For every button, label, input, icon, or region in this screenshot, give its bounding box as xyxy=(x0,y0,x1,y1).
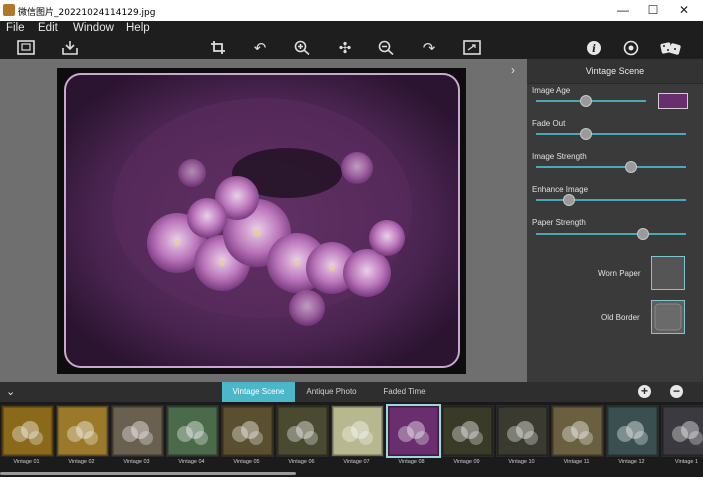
settings-icon[interactable] xyxy=(622,40,640,57)
preset-thumbnail[interactable] xyxy=(166,405,219,457)
image-strength-slider[interactable] xyxy=(536,166,686,168)
preset-label: Vintage 03 xyxy=(123,459,150,465)
photo-image xyxy=(64,73,460,368)
worn-paper-label: Worn Paper xyxy=(598,269,641,278)
minimize-button[interactable]: — xyxy=(607,0,639,21)
old-border-label: Old Border xyxy=(601,313,640,322)
collapse-panel-icon[interactable]: › xyxy=(511,63,515,77)
image-age-thumb[interactable] xyxy=(579,95,592,107)
menu-window[interactable]: Window xyxy=(73,22,114,34)
app-icon xyxy=(3,4,15,16)
preset-label: Vintage 02 xyxy=(68,459,95,465)
old-border-swatch[interactable] xyxy=(651,300,685,334)
info-icon[interactable]: i xyxy=(585,40,603,57)
tab-antique-photo[interactable]: Antique Photo xyxy=(295,382,368,402)
paper-strength-thumb[interactable] xyxy=(636,228,649,240)
fade-out-slider[interactable] xyxy=(536,133,686,135)
preset-thumbnail[interactable] xyxy=(276,405,329,457)
fade-out-label: Fade Out xyxy=(532,119,566,128)
preset-label: Vintage 08 xyxy=(398,459,425,465)
save-icon[interactable] xyxy=(61,40,79,57)
add-preset-button[interactable]: + xyxy=(638,385,651,398)
preset-label: Vintage 01 xyxy=(13,459,40,465)
preset-thumbnail[interactable] xyxy=(661,405,703,457)
preset-thumbnail[interactable] xyxy=(551,405,604,457)
image-canvas[interactable] xyxy=(57,68,466,374)
preset-label: Vintage 11 xyxy=(563,459,590,465)
pan-move-icon[interactable]: ✣ xyxy=(336,40,354,57)
preset-thumbnail[interactable] xyxy=(1,405,54,457)
rotate-left-icon[interactable]: ↶ xyxy=(251,40,269,57)
paper-strength-label: Paper Strength xyxy=(532,218,586,227)
preset-thumbnail[interactable] xyxy=(111,405,164,457)
effect-panel: Vintage Scene Image Age Fade Out Image S… xyxy=(527,59,703,382)
menu-file[interactable]: File xyxy=(6,22,25,34)
open-image-icon[interactable] xyxy=(17,40,35,57)
preset-thumbnail[interactable] xyxy=(331,405,384,457)
image-strength-thumb[interactable] xyxy=(624,161,637,173)
menu-help[interactable]: Help xyxy=(126,22,150,34)
enhance-image-slider[interactable] xyxy=(536,199,686,201)
tab-vintage-scene[interactable]: Vintage Scene xyxy=(222,382,295,402)
random-dice-icon[interactable] xyxy=(660,40,682,57)
window-title: 微信图片_20221024114129.jpg xyxy=(18,8,156,18)
preset-thumbnail[interactable] xyxy=(606,405,659,457)
maximize-button[interactable]: ☐ xyxy=(637,0,669,21)
svg-text:i: i xyxy=(592,44,596,55)
preset-label: Vintage 04 xyxy=(178,459,205,465)
zoom-in-icon[interactable] xyxy=(293,40,311,57)
worn-paper-swatch[interactable] xyxy=(651,256,685,290)
tab-faded-time[interactable]: Faded Time xyxy=(368,382,441,402)
zoom-out-icon[interactable] xyxy=(377,40,395,57)
horizontal-scrollbar[interactable] xyxy=(0,472,296,475)
tint-color-swatch[interactable] xyxy=(658,93,688,109)
title-bar: 微信图片_20221024114129.jpg — ☐ ✕ xyxy=(0,0,703,21)
preset-thumbnail[interactable] xyxy=(221,405,274,457)
enhance-image-label: Enhance Image xyxy=(532,185,589,194)
fit-screen-icon[interactable] xyxy=(463,40,481,57)
preset-label: Vintage 07 xyxy=(343,459,370,465)
preset-label: Vintage 10 xyxy=(508,459,535,465)
chevron-down-icon[interactable]: ⌄ xyxy=(6,385,15,398)
category-tabs-bar: ⌄ Vintage Scene Antique Photo Faded Time… xyxy=(0,382,703,402)
paper-strength-slider[interactable] xyxy=(536,233,686,235)
preset-thumbnail[interactable] xyxy=(56,405,109,457)
close-button[interactable]: ✕ xyxy=(668,0,700,21)
menu-bar: File Edit Window Help xyxy=(0,21,703,38)
crop-icon[interactable] xyxy=(209,40,227,57)
preset-thumbnail[interactable] xyxy=(386,404,441,458)
preset-label: Vintage 05 xyxy=(233,459,260,465)
enhance-image-thumb[interactable] xyxy=(563,194,575,206)
panel-title: Vintage Scene xyxy=(527,59,703,84)
toolbar: ↶ ✣ ↷ i xyxy=(0,38,703,59)
menu-edit[interactable]: Edit xyxy=(38,22,58,34)
preset-label: Vintage 06 xyxy=(288,459,315,465)
remove-preset-button[interactable]: − xyxy=(670,385,683,398)
preset-thumbnail[interactable] xyxy=(441,405,494,457)
image-strength-label: Image Strength xyxy=(532,152,587,161)
fade-out-thumb[interactable] xyxy=(579,128,592,140)
image-age-label: Image Age xyxy=(532,86,571,95)
preset-strip: Vintage 01 Vintage 02 Vintage 03 Vintage 04… xyxy=(0,402,703,477)
preset-label: Vintage 09 xyxy=(453,459,480,465)
image-workspace[interactable] xyxy=(0,59,527,382)
preset-label: Vintage 12 xyxy=(618,459,645,465)
preset-label: Vintage 1 xyxy=(674,459,699,465)
preset-thumbnail[interactable] xyxy=(496,405,549,457)
rotate-right-icon[interactable]: ↷ xyxy=(420,40,438,57)
